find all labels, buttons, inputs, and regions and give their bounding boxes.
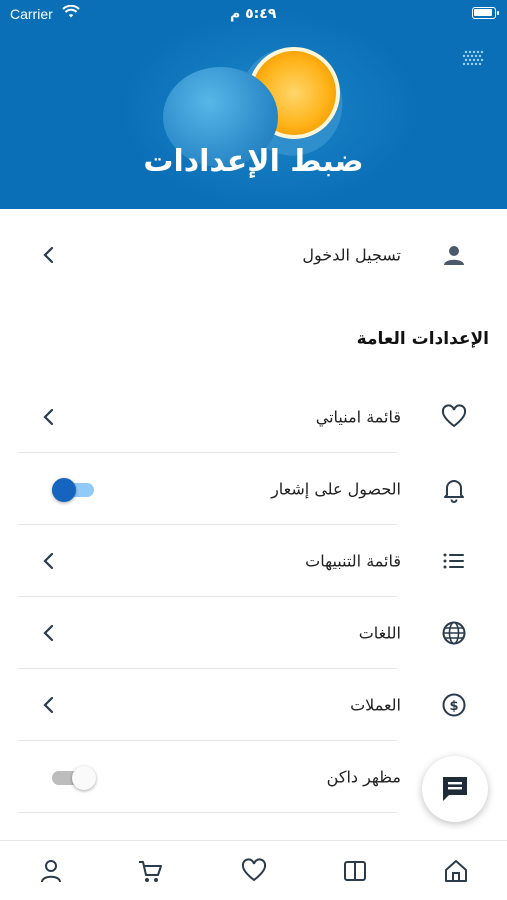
- chevron-left-icon: [43, 408, 54, 426]
- divider: [18, 812, 397, 813]
- dark-mode-toggle[interactable]: [50, 765, 96, 790]
- languages-row[interactable]: اللغات: [0, 597, 507, 669]
- svg-text:$: $: [449, 699, 458, 714]
- chat-fab-button[interactable]: [422, 756, 488, 822]
- notification-row: الحصول على إشعار: [0, 453, 507, 525]
- header-banner: Carrier ٥:٤٩ م ضبط الإعدادات: [0, 0, 507, 209]
- carrier-label: Carrier: [10, 6, 53, 22]
- status-time: ٥:٤٩ م: [230, 6, 277, 22]
- home-icon[interactable]: [443, 858, 469, 884]
- chat-icon: [443, 777, 467, 801]
- heart-icon[interactable]: [241, 858, 267, 884]
- wishlist-row[interactable]: قائمة امنياتي: [0, 381, 507, 453]
- bell-icon: [444, 480, 464, 503]
- chevron-left-icon: [43, 624, 54, 642]
- notification-toggle[interactable]: [50, 477, 96, 502]
- currencies-label: العملات: [350, 695, 401, 715]
- chevron-left-icon: [43, 552, 54, 570]
- dots-grid-icon[interactable]: [461, 48, 485, 70]
- wifi-icon: [62, 5, 80, 18]
- dollar-circle-icon: $: [442, 693, 466, 717]
- login-row[interactable]: تسجيل الدخول: [0, 219, 507, 291]
- page-title: ضبط الإعدادات: [143, 144, 364, 179]
- book-icon[interactable]: [342, 858, 368, 884]
- wishlist-label: قائمة امنياتي: [315, 407, 401, 427]
- languages-label: اللغات: [358, 623, 401, 643]
- heart-icon: [441, 404, 467, 428]
- alerts-list-label: قائمة التنبيهات: [305, 551, 401, 571]
- status-bar: Carrier ٥:٤٩ م: [0, 0, 507, 28]
- battery-icon: [472, 7, 499, 19]
- dark-mode-label: مظهر داكن: [326, 767, 401, 787]
- globe-icon: [442, 621, 466, 645]
- list-icon: [443, 553, 464, 569]
- notification-label: الحصول على إشعار: [271, 479, 401, 499]
- chevron-left-icon: [43, 246, 54, 264]
- section-title-general: الإعدادات العامة: [356, 329, 489, 349]
- profile-icon[interactable]: [38, 858, 64, 884]
- bottom-nav: [0, 840, 507, 900]
- alerts-list-row[interactable]: قائمة التنبيهات: [0, 525, 507, 597]
- login-label: تسجيل الدخول: [302, 245, 401, 265]
- person-icon: [444, 246, 464, 265]
- currencies-row[interactable]: $ العملات: [0, 669, 507, 741]
- cart-icon[interactable]: [137, 858, 163, 884]
- chevron-left-icon: [43, 696, 54, 714]
